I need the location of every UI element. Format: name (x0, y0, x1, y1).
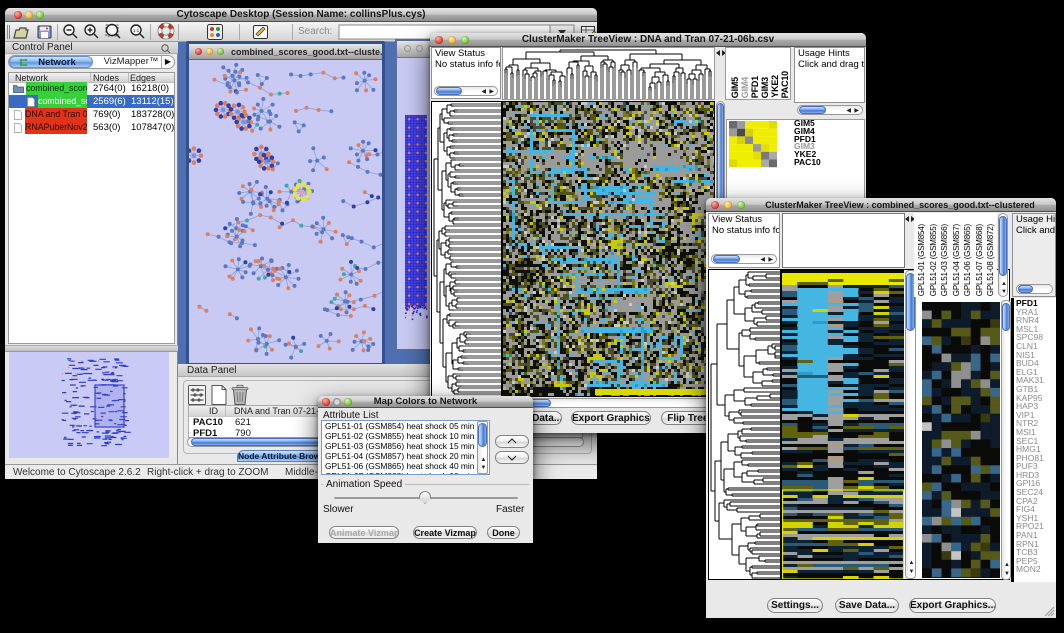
svg-text:Search:: Search: (298, 26, 332, 37)
svg-text:1:1: 1:1 (133, 28, 140, 33)
